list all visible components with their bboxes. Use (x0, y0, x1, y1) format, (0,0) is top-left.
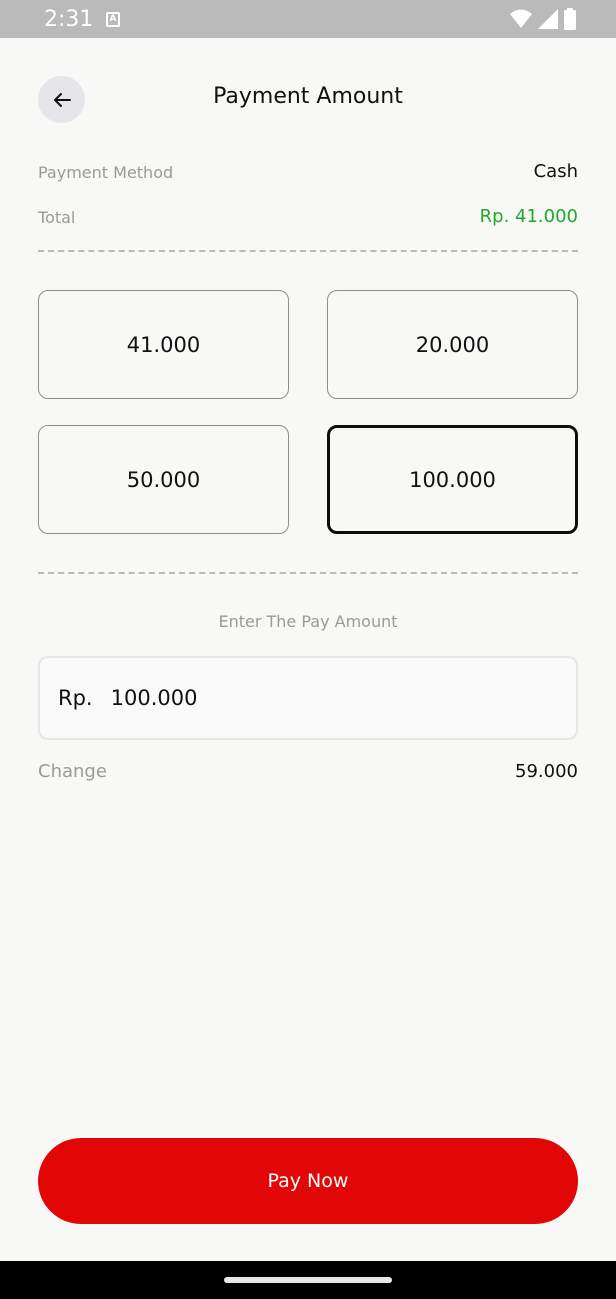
amount-option[interactable]: 50.000 (38, 425, 289, 534)
pay-now-button[interactable]: Pay Now (38, 1138, 578, 1224)
divider (38, 250, 578, 252)
payment-method-value: Cash (533, 161, 578, 182)
change-label: Change (38, 761, 107, 782)
status-icons (510, 8, 576, 30)
total-label: Total (38, 208, 76, 227)
page-title: Payment Amount (213, 84, 403, 109)
amount-option[interactable]: 20.000 (327, 290, 578, 399)
home-indicator[interactable] (224, 1277, 392, 1283)
wifi-icon (510, 9, 532, 28)
amount-option[interactable]: 41.000 (38, 290, 289, 399)
notification-icon: A (106, 12, 120, 27)
currency-prefix: Rp. (58, 686, 93, 710)
amount-option-selected[interactable]: 100.000 (327, 425, 578, 534)
status-time: 2:31 (44, 7, 94, 32)
total-value: Rp. 41.000 (479, 206, 578, 227)
pay-amount-value[interactable]: 100.000 (111, 686, 198, 710)
navigation-bar (0, 1261, 616, 1299)
status-bar: 2:31 A (0, 0, 616, 38)
change-value: 59.000 (515, 761, 578, 782)
divider (38, 572, 578, 574)
payment-method-label: Payment Method (38, 163, 174, 182)
signal-icon (538, 9, 558, 29)
battery-icon (564, 8, 576, 30)
enter-pay-amount-label: Enter The Pay Amount (218, 612, 398, 631)
pay-amount-input[interactable]: Rp. 100.000 (38, 656, 578, 740)
